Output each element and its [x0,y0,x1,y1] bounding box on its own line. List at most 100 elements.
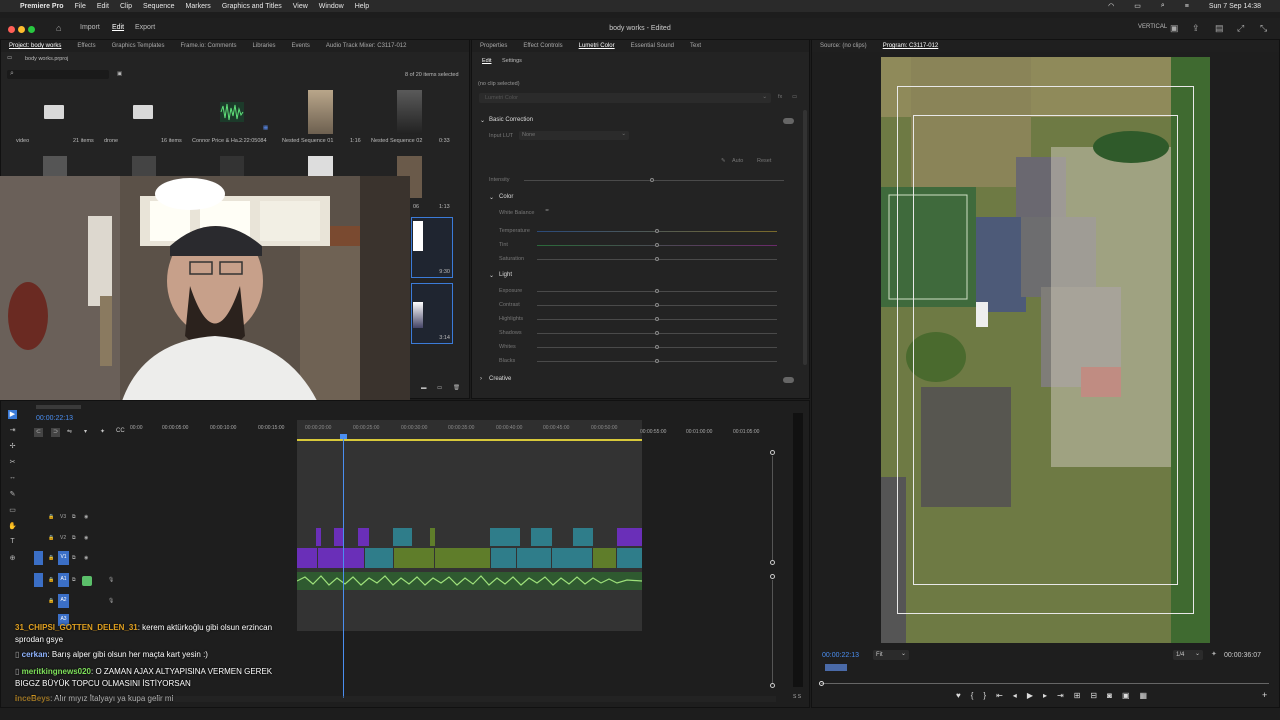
video-clip[interactable] [365,548,393,568]
nested-sequence-thumbnail[interactable] [397,90,422,134]
vertical-zoom-handle[interactable] [770,450,775,455]
panel-menu-icon[interactable]: ▭ [792,94,797,100]
video-clip[interactable] [617,548,642,568]
tab-essential-sound[interactable]: Essential Sound [631,43,674,49]
video-clip[interactable] [531,528,552,546]
zoom-scrollbar[interactable] [825,664,847,671]
battery-icon[interactable]: ▭ [1134,2,1141,10]
selection-tool-icon[interactable]: ▶ [8,410,17,419]
tab-program-monitor[interactable]: Program: C3117-012 [883,43,939,49]
playhead-handle[interactable] [819,681,824,686]
lock-icon[interactable]: 🔒 [48,577,54,583]
search-icon[interactable]: ⌕ [1161,2,1165,10]
selected-clip[interactable]: 9:30 [411,217,453,278]
insert-icon[interactable]: ⊞ [1074,691,1081,700]
video-clip[interactable] [316,528,321,546]
microphone-icon[interactable]: 🎙 [108,577,114,583]
selected-clip[interactable]: 3:14 [411,283,453,344]
video-clip[interactable] [430,528,435,546]
chevron-down-icon[interactable]: ⌄ [480,117,485,124]
audio-clip[interactable] [296,572,643,590]
sync-lock-icon[interactable]: ⧉ [72,555,76,561]
intensity-slider[interactable] [524,180,784,181]
lock-icon[interactable]: 🔒 [48,555,54,561]
video-clip[interactable] [491,548,516,568]
vertical-scrollbar[interactable] [772,580,773,684]
add-button-icon[interactable]: + [1262,690,1267,700]
comparison-view-icon[interactable]: ▣ [1122,691,1130,700]
vertical-scrollbar[interactable] [772,456,773,561]
playhead-handle[interactable] [340,434,347,439]
tab-libraries[interactable]: Libraries [253,43,276,49]
timeline-playhead[interactable] [343,436,344,698]
safe-margins-icon[interactable]: ▦ [1140,691,1148,700]
export-frame-icon[interactable]: ◙ [1107,691,1112,700]
rectangle-tool-icon[interactable]: ▭ [8,506,17,515]
tab-properties[interactable]: Properties [480,43,507,49]
exposure-slider-handle[interactable] [655,289,659,293]
clip-thumbnail[interactable] [43,156,67,178]
pen-tool-icon[interactable]: ✎ [8,490,17,499]
clip-thumbnail[interactable] [132,156,156,178]
track-target-a2[interactable]: A2 [58,594,69,608]
fx-icon[interactable]: fx [778,94,782,100]
wrench-icon[interactable]: ✦ [1211,650,1217,658]
menu-edit[interactable]: Edit [97,3,109,10]
video-clip[interactable] [344,548,364,568]
contrast-slider-handle[interactable] [655,303,659,307]
tab-events[interactable]: Events [292,43,310,49]
tab-lumetri-color[interactable]: Lumetri Color [579,43,615,49]
video-clip[interactable] [490,528,520,546]
eye-icon[interactable]: ◉ [84,514,88,520]
vertical-zoom-handle[interactable] [770,574,775,579]
new-bin-icon[interactable]: ▭ [437,385,442,391]
tint-slider-handle[interactable] [655,243,659,247]
control-center-icon[interactable]: ≡ [1185,3,1189,10]
wifi-icon[interactable]: ◠ [1108,2,1114,10]
new-item-icon[interactable]: ▬ [421,385,427,391]
tab-audio-mixer[interactable]: Audio Track Mixer: C3117-012 [326,43,407,49]
type-tool-icon[interactable]: T [8,538,17,547]
step-forward-icon[interactable]: ▸ [1043,691,1047,700]
video-clip[interactable] [393,528,412,546]
microphone-icon[interactable]: 🎙 [108,598,114,604]
timeline-horizontal-scrollbar[interactable] [16,696,776,702]
menu-clip[interactable]: Clip [120,3,132,10]
program-timecode[interactable]: 00:00:22:13 [822,652,859,659]
wrench-icon[interactable]: ✦ [100,428,105,435]
video-clip[interactable] [617,528,642,546]
chevron-down-icon[interactable]: ⌄ [489,272,494,279]
folder-icon[interactable] [133,105,153,119]
lock-icon[interactable]: 🔒 [48,535,54,541]
add-marker-icon[interactable]: ⇋ [67,428,72,435]
menu-help[interactable]: Help [355,3,369,10]
trash-icon[interactable]: 🗑 [453,385,460,391]
chevron-down-icon[interactable]: ⌄ [489,194,494,201]
mark-in-icon[interactable]: { [971,691,974,700]
video-clip[interactable] [573,528,593,546]
captions-icon[interactable]: CC [116,428,125,434]
work-area-bar[interactable] [297,420,642,439]
track-target-a1[interactable]: A1 [58,573,69,587]
video-clip[interactable] [552,548,592,568]
workspace-layout-label[interactable]: VERTICAL [1138,24,1167,30]
menu-app-name[interactable]: Premiere Pro [20,3,64,10]
lumetri-scrollbar[interactable] [803,110,807,365]
video-clip[interactable] [318,548,343,568]
mute-button[interactable] [82,576,92,586]
share-icon[interactable]: ⇪ [1192,23,1200,34]
new-bin-icon[interactable]: ▣ [117,71,122,77]
audio-clip-thumbnail[interactable] [220,102,244,122]
creative-toggle[interactable] [783,377,794,383]
project-search-input[interactable]: ⌕ [7,70,109,79]
slip-tool-icon[interactable]: ↔ [8,474,17,483]
hand-tool-icon[interactable]: ✋ [8,522,17,531]
subtab-edit[interactable]: Edit [482,58,491,64]
go-to-in-icon[interactable]: ⇤ [996,691,1003,700]
razor-tool-icon[interactable]: ✂ [8,458,17,467]
lock-icon[interactable]: 🔒 [48,514,54,520]
clip-thumbnail[interactable] [220,156,244,178]
tab-graphics-templates[interactable]: Graphics Templates [112,43,165,49]
tab-project[interactable]: Project: body works [9,43,61,49]
layout-icon[interactable]: ▣ [1170,23,1179,34]
